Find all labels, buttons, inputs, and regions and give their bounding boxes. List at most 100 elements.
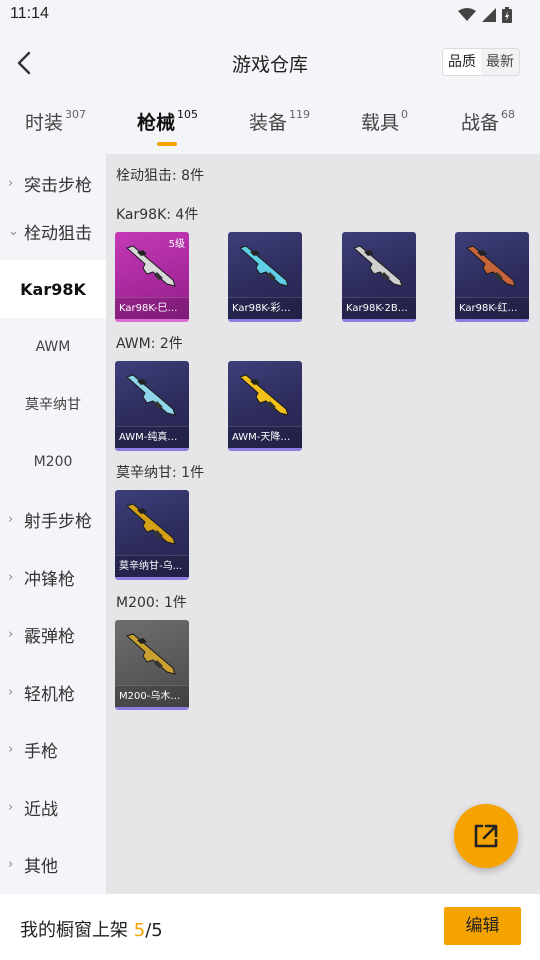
category-tabs: 时装 307 枪械 105 装备 119 载具 0 战备 68 [0,96,540,154]
sidebar-item-label: 霰弹枪 [24,626,75,647]
weapon-skin-name: AWM-天降萌叽 [228,426,302,448]
tab-firearms[interactable]: 枪械 105 [137,108,198,135]
sidebar-item-label: 突击步枪 [24,175,92,196]
sidebar-item-label: 莫辛纳甘 [25,397,81,413]
sort-option-quality[interactable]: 品质 [443,49,481,75]
rifle-icon [126,503,176,545]
sidebar-item-label: 射手步枪 [24,511,92,532]
status-time: 11:14 [10,5,49,22]
sidebar-item-label: 冲锋枪 [24,569,75,590]
sidebar-item-shotgun[interactable]: › 霰弹枪 [0,605,106,663]
wifi-icon [458,8,476,21]
section-label: Kar98K: 4件 [116,207,199,223]
tab-label: 装备 [249,112,288,134]
sidebar-subitem-kar98k[interactable]: Kar98K [0,260,106,318]
tab-equipment[interactable]: 装备 119 [249,108,310,135]
level-badge: 5级 [168,239,185,250]
weapon-skin-name: 莫辛纳甘-乌... [115,555,189,577]
tab-fashion[interactable]: 时装 307 [25,108,86,135]
rifle-icon [126,374,176,416]
weapon-skin-card[interactable]: Kar98K-2B战... [342,232,416,322]
tab-count: 105 [177,107,199,121]
sidebar-item-label: 手枪 [24,741,58,762]
tab-count: 68 [501,107,516,121]
tab-vehicles[interactable]: 载具 0 [361,108,408,135]
rifle-icon [239,374,289,416]
sidebar-item-bolt-sniper[interactable]: ⌄ 栓动狙击 [0,202,106,260]
weapon-skin-name: Kar98K-红色... [455,297,529,319]
sidebar-item-label: 栓动狙击 [24,223,92,244]
header: 游戏仓库 品质 最新 [0,30,540,96]
sidebar-item-label: 轻机枪 [24,684,75,705]
sidebar-item-label: Kar98K [20,279,86,299]
weapon-skin-name: Kar98K-彩虹... [228,297,302,319]
chevron-right-icon: › [8,856,14,872]
weapon-skin-card[interactable]: AWM-天降萌叽 [228,361,302,451]
sidebar-item-other[interactable]: › 其他 [0,835,106,893]
tab-label: 战备 [461,112,500,134]
tab-label: 枪械 [137,112,176,134]
chevron-right-icon: › [8,175,14,191]
weapon-skin-name: Kar98K-2B战... [342,297,416,319]
sidebar-subitem-awm[interactable]: AWM [0,318,106,376]
sort-toggle: 品质 最新 [442,48,520,76]
sidebar-subitem-m200[interactable]: M200 [0,433,106,491]
edit-button[interactable]: 编辑 [444,907,521,945]
weapon-grid: 栓动狙击: 8件 Kar98K: 4件 5级 Kar98K-巳巳... Kar98K-… [106,154,540,894]
share-external-icon [474,824,498,848]
sidebar-item-pistol[interactable]: › 手枪 [0,720,106,778]
chevron-down-icon: ⌄ [8,223,19,239]
status-icons [458,7,512,23]
weapon-skin-name: Kar98K-巳巳... [115,297,189,319]
sidebar-item-marksman[interactable]: › 射手步枪 [0,490,106,548]
sidebar-item-melee[interactable]: › 近战 [0,778,106,836]
weapon-skin-card[interactable]: 5级 Kar98K-巳巳... [115,232,189,322]
sidebar-item-label: 其他 [24,856,58,877]
showcase-bar: 我的橱窗上架 5/5 编辑 [0,894,540,960]
chevron-right-icon: › [8,511,14,527]
weapon-skin-card[interactable]: M200-乌木金... [115,620,189,710]
weapon-skin-card[interactable]: Kar98K-红色... [455,232,529,322]
weapon-skin-card[interactable]: 莫辛纳甘-乌... [115,490,189,580]
sidebar-item-label: 近战 [24,799,58,820]
share-button[interactable] [454,804,518,868]
showcase-total-count: /5 [145,920,163,941]
rifle-icon [239,245,289,287]
tab-gear[interactable]: 战备 68 [461,108,515,135]
weapon-skin-card[interactable]: AWM-纯真浪花 [115,361,189,451]
showcase-status: 我的橱窗上架 5/5 [20,916,163,942]
total-count-label: 栓动狙击: 8件 [116,168,205,184]
sidebar-item-lmg[interactable]: › 轻机枪 [0,663,106,721]
chevron-right-icon: › [8,741,14,757]
active-tab-indicator [157,142,177,146]
tab-count: 307 [65,107,87,121]
sidebar-item-label: AWM [35,339,71,355]
signal-icon [482,8,496,22]
weapon-skin-name: AWM-纯真浪花 [115,426,189,448]
showcase-label: 我的橱窗上架 [20,920,134,941]
rifle-icon [126,633,176,675]
sidebar-item-smg[interactable]: › 冲锋枪 [0,548,106,606]
sidebar-subitem-mosin[interactable]: 莫辛纳甘 [0,375,106,433]
weapon-skin-card[interactable]: Kar98K-彩虹... [228,232,302,322]
weapon-category-sidebar: › 突击步枪 ⌄ 栓动狙击 Kar98K AWM 莫辛纳甘 M200 › 射手步枪 ›… [0,154,106,894]
sort-option-latest[interactable]: 最新 [481,49,519,75]
rifle-icon [466,245,516,287]
tab-count: 119 [289,107,311,121]
tab-count: 0 [401,107,409,121]
chevron-right-icon: › [8,569,14,585]
section-label: M200: 1件 [116,595,187,611]
sidebar-item-label: M200 [33,454,73,470]
tab-label: 时装 [25,112,64,134]
weapon-skin-name: M200-乌木金... [115,685,189,707]
rifle-icon [353,245,403,287]
section-label: AWM: 2件 [116,336,183,352]
section-label: 莫辛纳甘: 1件 [116,465,205,481]
chevron-right-icon: › [8,684,14,700]
chevron-right-icon: › [8,626,14,642]
showcase-shown-count: 5 [133,920,146,941]
chevron-right-icon: › [8,799,14,815]
status-bar: 11:14 [0,0,540,30]
tab-label: 载具 [361,112,400,134]
battery-icon [502,7,512,23]
